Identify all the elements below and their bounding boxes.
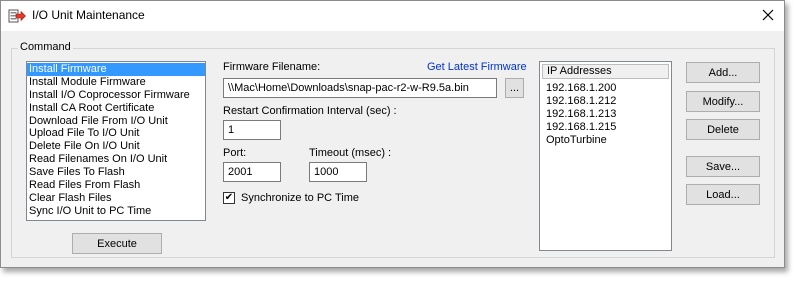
list-item[interactable]: Sync I/O Unit to PC Time — [27, 205, 205, 218]
port-input[interactable]: 2001 — [223, 162, 281, 182]
restart-interval-label: Restart Confirmation Interval (sec) : — [223, 105, 397, 117]
list-item[interactable]: OptoTurbine — [546, 134, 607, 147]
ip-address-listbox[interactable]: IP Addresses 192.168.1.200 192.168.1.212… — [539, 61, 672, 251]
sync-pc-time-checkbox[interactable]: ✔ — [223, 192, 235, 204]
save-button[interactable]: Save... — [686, 156, 760, 177]
modify-button[interactable]: Modify... — [686, 91, 760, 112]
command-listbox[interactable]: Install Firmware Install Module Firmware… — [26, 61, 206, 221]
add-button[interactable]: Add... — [686, 62, 760, 83]
browse-button[interactable]: ... — [505, 78, 524, 98]
list-item[interactable]: Delete File On I/O Unit — [27, 140, 205, 153]
sync-pc-time-label[interactable]: Synchronize to PC Time — [241, 192, 359, 204]
execute-button[interactable]: Execute — [72, 233, 162, 254]
port-label: Port: — [223, 147, 247, 159]
firmware-filename-input[interactable]: \\Mac\Home\Downloads\snap-pac-r2-w-R9.5a… — [223, 78, 497, 98]
command-group-label: Command — [18, 41, 73, 53]
title-bar[interactable]: I/O Unit Maintenance — [1, 1, 784, 31]
list-item[interactable]: Download File From I/O Unit — [27, 115, 205, 128]
list-item[interactable]: Save Files To Flash — [27, 166, 205, 179]
ip-addresses-header[interactable]: IP Addresses — [542, 64, 669, 79]
list-item[interactable]: 192.168.1.200 — [546, 82, 616, 95]
timeout-label: Timeout (msec) : — [309, 147, 392, 159]
list-item[interactable]: Install CA Root Certificate — [27, 102, 205, 115]
list-item[interactable]: Clear Flash Files — [27, 192, 205, 205]
restart-interval-input[interactable]: 1 — [223, 120, 281, 140]
list-item[interactable]: Install Module Firmware — [27, 76, 205, 89]
timeout-input[interactable]: 1000 — [309, 162, 367, 182]
maintenance-window: I/O Unit Maintenance Command Install Fir… — [0, 0, 785, 268]
list-item[interactable]: Install Firmware — [27, 63, 205, 76]
firmware-filename-label: Firmware Filename: — [223, 61, 321, 73]
list-item[interactable]: Install I/O Coprocessor Firmware — [27, 89, 205, 102]
delete-button[interactable]: Delete — [686, 119, 760, 140]
app-icon — [8, 9, 26, 23]
list-item[interactable]: Upload File To I/O Unit — [27, 127, 205, 140]
list-item[interactable]: Read Filenames On I/O Unit — [27, 153, 205, 166]
list-item[interactable]: 192.168.1.213 — [546, 108, 616, 121]
list-item[interactable]: 192.168.1.212 — [546, 95, 616, 108]
close-icon[interactable] — [756, 4, 780, 26]
list-item[interactable]: 192.168.1.215 — [546, 121, 616, 134]
load-button[interactable]: Load... — [686, 184, 760, 205]
get-latest-firmware-link[interactable]: Get Latest Firmware — [427, 61, 527, 73]
window-title: I/O Unit Maintenance — [32, 8, 145, 22]
list-item[interactable]: Read Files From Flash — [27, 179, 205, 192]
